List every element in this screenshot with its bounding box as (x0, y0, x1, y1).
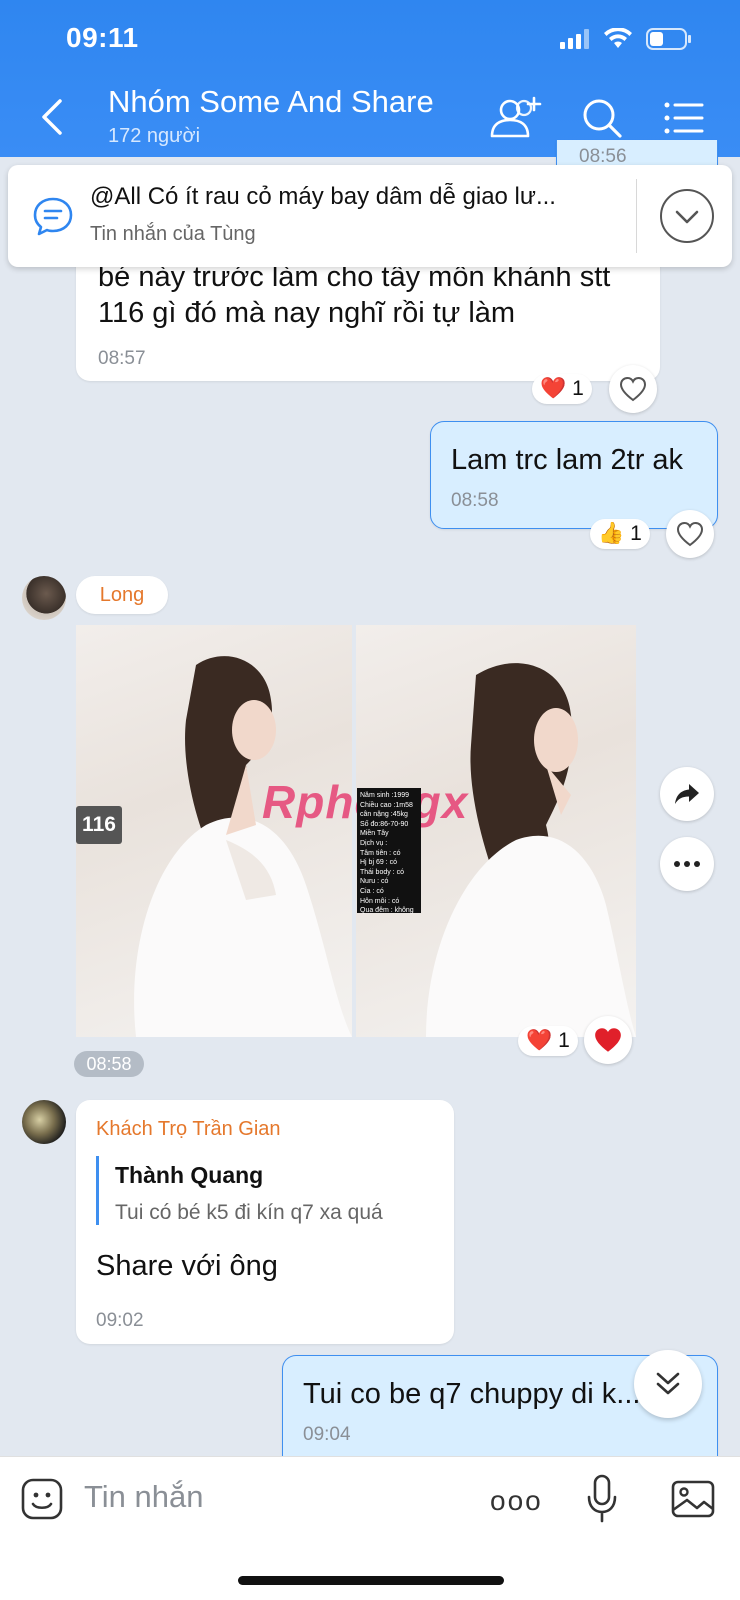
share-arrow-icon (675, 784, 699, 804)
sender-name-tag[interactable]: Long (76, 576, 168, 614)
chat-header: 09:11 Nhóm Some And Share 172 người (0, 0, 740, 157)
quote-text: Tui có bé k5 đi kín q7 xa quá (115, 1201, 383, 1224)
scroll-to-bottom-button[interactable] (634, 1350, 702, 1418)
thumbs-up-reaction-icon: 👍 (598, 522, 625, 545)
info-line: Dịch vụ : (360, 839, 388, 847)
group-title[interactable]: Nhóm Some And Share (108, 84, 434, 120)
info-line: Số đo:86-70-90 (360, 820, 409, 828)
info-line: Thái body : có (360, 868, 404, 876)
heart-filled-icon (595, 1028, 621, 1052)
double-chevron-down-icon (656, 1372, 680, 1395)
message-text: Tui co be q7 chuppy di k... (303, 1378, 639, 1410)
info-line: Qua đêm : không (360, 907, 414, 915)
react-button[interactable] (666, 510, 714, 558)
quoted-message[interactable]: Thành Quang Tui có bé k5 đi kín q7 xa qu… (96, 1156, 383, 1225)
info-line: cân nặng :45kg (360, 811, 408, 819)
reaction-summary[interactable]: 👍 1 (590, 519, 650, 549)
search-button[interactable] (578, 94, 634, 142)
chevron-down-icon (675, 210, 699, 224)
message-time: 09:02 (96, 1310, 144, 1331)
message-text: Lam trc lam 2tr ak (451, 444, 684, 476)
message-time: 08:57 (98, 348, 146, 369)
info-line: Cia : có (360, 887, 384, 895)
info-line: Hj bj 69 : có (360, 859, 397, 867)
microphone-icon (587, 1474, 617, 1523)
message-time: 09:04 (303, 1424, 351, 1445)
sender-name: Khách Trọ Trần Gian (96, 1118, 281, 1140)
reaction-summary[interactable]: ❤️ 1 (518, 1026, 578, 1056)
message-input[interactable]: Tin nhắn (84, 1479, 204, 1515)
message-time: 08:58 (451, 490, 499, 511)
voice-message-button[interactable] (584, 1473, 620, 1525)
message-time: 08:58 (74, 1051, 144, 1077)
menu-button[interactable] (662, 94, 718, 142)
image-icon (671, 1480, 715, 1518)
react-button[interactable] (584, 1016, 632, 1064)
wifi-icon (604, 28, 632, 48)
avatar[interactable] (22, 576, 66, 620)
more-actions-button[interactable]: ooo (490, 1485, 543, 1517)
back-arrow-icon (42, 99, 62, 135)
info-line: Tâm tiên : có (360, 849, 401, 857)
heart-reaction-icon: ❤️ (540, 377, 567, 400)
info-line: Miền Tây (360, 830, 389, 838)
pinned-message-bar[interactable]: @All Có ít rau cỏ máy bay dâm dễ giao lư… (8, 165, 732, 267)
message-bubble[interactable]: Lam trc lam 2tr ak 08:58 (430, 421, 718, 529)
status-time: 09:11 (66, 22, 139, 53)
sender-name: Long (99, 583, 145, 606)
send-photo-button[interactable] (670, 1477, 716, 1521)
info-line: Hôn môi : có (360, 897, 400, 905)
message-bubble[interactable]: Khách Trọ Trần Gian Thành Quang Tui có b… (76, 1100, 454, 1344)
more-options-button[interactable] (660, 837, 714, 891)
divider (636, 179, 637, 253)
signal-icon (560, 29, 589, 49)
reaction-summary[interactable]: ❤️ 1 (532, 374, 592, 404)
message-text: Share với ông (96, 1250, 278, 1282)
heart-reaction-icon: ❤️ (526, 1029, 553, 1052)
battery-icon (646, 28, 691, 50)
add-member-icon (490, 96, 542, 138)
emoji-button[interactable] (20, 1477, 64, 1521)
add-member-button[interactable] (488, 94, 544, 142)
info-line: Chiều cao :1m58 (360, 801, 413, 809)
message-text-line: 116 gì đó mà nay nghĩ rồi tự làm (98, 297, 516, 329)
photo-number-tag: 116 (76, 806, 122, 844)
reaction-count: 1 (572, 377, 584, 400)
reaction-count: 1 (630, 522, 642, 545)
info-line: Năm sinh :1999 (360, 792, 410, 799)
expand-pinned-button[interactable] (660, 189, 714, 243)
quote-author: Thành Quang (115, 1162, 264, 1188)
forward-button[interactable] (660, 767, 714, 821)
heart-outline-icon (676, 521, 704, 547)
more-dots-icon (674, 861, 700, 867)
photo-info-card: Năm sinh :1999 Chiều cao :1m58 cân nặng … (357, 788, 421, 915)
back-button[interactable] (34, 95, 74, 139)
heart-outline-icon (619, 376, 647, 402)
pinned-chat-icon (33, 197, 73, 236)
info-line: Nuru : có (360, 878, 389, 886)
home-indicator (238, 1576, 504, 1585)
pinned-message-author: Tin nhắn của Tùng (90, 223, 256, 245)
status-icons (560, 28, 692, 50)
member-count: 172 người (108, 125, 201, 147)
list-menu-icon (664, 102, 704, 134)
pinned-message-text: @All Có ít rau cỏ máy bay dâm dễ giao lư… (90, 183, 556, 210)
avatar[interactable] (22, 1100, 66, 1144)
react-button[interactable] (609, 365, 657, 413)
reaction-count: 1 (558, 1029, 570, 1052)
search-icon (583, 99, 622, 138)
sticker-icon (21, 1478, 63, 1520)
